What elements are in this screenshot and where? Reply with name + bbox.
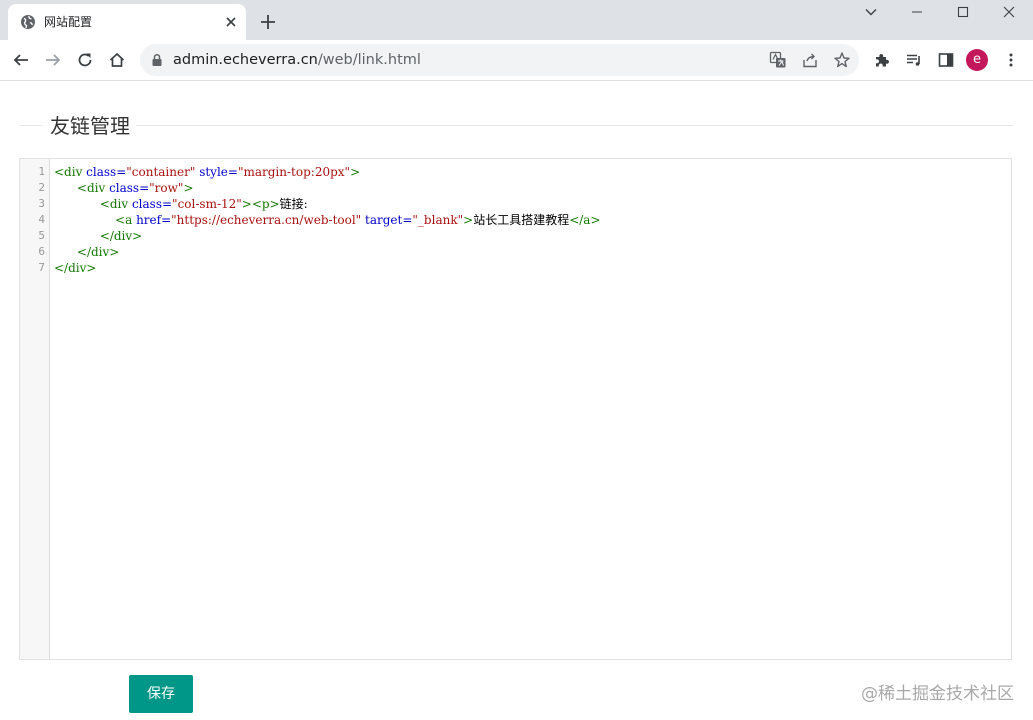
url-path: /web/link.html: [317, 52, 421, 68]
media-queue-icon[interactable]: [902, 48, 926, 72]
code-token-tag: >: [183, 181, 194, 195]
code-token-txt: 链接:: [279, 197, 308, 211]
code-editor[interactable]: 1234567 <div class="container" style="ma…: [19, 158, 1012, 660]
code-token-tag: </div>: [54, 261, 97, 275]
profile-avatar[interactable]: e: [966, 49, 988, 71]
line-number: 4: [38, 213, 45, 226]
code-token-tag: </div>: [99, 229, 143, 243]
translate-icon[interactable]: [768, 50, 788, 70]
tab-search-chevron-icon[interactable]: [848, 0, 894, 24]
code-line[interactable]: </div>: [54, 228, 601, 244]
code-area[interactable]: <div class="container" style="margin-top…: [54, 164, 601, 276]
fieldset-divider-right: [136, 125, 1013, 126]
url-domain: admin.echeverra.cn: [173, 52, 318, 68]
code-token-str: "margin-top:20px": [237, 165, 351, 179]
extensions-puzzle-icon[interactable]: [870, 48, 894, 72]
more-menu-icon[interactable]: [999, 48, 1023, 72]
reload-icon[interactable]: [73, 48, 97, 72]
code-token-attr: class=: [86, 165, 127, 179]
close-window-icon[interactable]: [986, 0, 1032, 24]
url-text[interactable]: admin.echeverra.cn/web/link.html: [173, 52, 421, 68]
code-line[interactable]: <div class="row">: [54, 180, 601, 196]
line-number: 3: [38, 197, 45, 210]
share-icon[interactable]: [800, 50, 820, 70]
code-token-str: "https://echeverra.cn/web-tool": [171, 213, 362, 227]
line-number-gutter: 1 2 3 4 5 6 7: [20, 159, 50, 659]
code-token-tag: </a>: [569, 213, 601, 227]
lock-icon[interactable]: [150, 53, 164, 67]
maximize-icon[interactable]: [940, 0, 986, 24]
line-number: 5: [38, 229, 45, 242]
new-tab-icon[interactable]: [258, 12, 278, 32]
globe-icon: [21, 15, 35, 29]
fieldset-divider-left: [20, 125, 42, 126]
code-line[interactable]: </div>: [54, 260, 601, 276]
back-arrow-icon[interactable]: [9, 48, 33, 72]
code-token-str: "container": [126, 165, 196, 179]
code-token-tag: <a: [115, 213, 137, 227]
line-number: 1: [38, 165, 45, 178]
minimize-icon[interactable]: [894, 0, 940, 24]
home-icon[interactable]: [105, 48, 129, 72]
code-token-str: "row": [149, 181, 184, 195]
code-line[interactable]: <div class="container" style="margin-top…: [54, 164, 601, 180]
browser-toolbar: admin.echeverra.cn/web/link.html e: [0, 40, 1033, 80]
save-button[interactable]: 保存: [129, 675, 193, 713]
code-token-attr: class=: [109, 181, 150, 195]
line-number: 7: [38, 261, 45, 274]
tab-strip: 网站配置: [0, 0, 1033, 40]
code-token-tag: <div: [54, 165, 87, 179]
code-token-attr: href=: [136, 213, 172, 227]
code-token-txt: 站长工具搭建教程: [473, 213, 570, 227]
forward-arrow-icon[interactable]: [41, 48, 65, 72]
address-bar[interactable]: admin.echeverra.cn/web/link.html: [140, 44, 859, 76]
page-content: 友链管理 1234567 <div class="container" styl…: [0, 81, 1033, 720]
code-token-tag: ><p>: [241, 197, 280, 211]
code-token-attr: class=: [131, 197, 173, 211]
code-token-tag: >: [350, 165, 361, 179]
side-panel-icon[interactable]: [934, 48, 958, 72]
code-token-attr: target=: [365, 213, 413, 227]
bookmark-star-icon[interactable]: [832, 50, 852, 70]
close-tab-icon[interactable]: [222, 13, 240, 31]
line-number: 6: [38, 245, 45, 258]
line-number: 2: [38, 181, 45, 194]
code-token-tag: </div>: [76, 245, 120, 259]
browser-tab[interactable]: 网站配置: [8, 4, 246, 40]
code-token-tag: <div: [99, 197, 132, 211]
code-token-str: "col-sm-12": [172, 197, 242, 211]
code-token-tag: >: [463, 213, 474, 227]
code-line[interactable]: </div>: [54, 244, 601, 260]
code-line[interactable]: <div class="col-sm-12"><p>链接:: [54, 196, 601, 212]
code-token-str: "_blank": [412, 213, 464, 227]
watermark: @稀土掘金技术社区: [861, 684, 1014, 704]
code-token-tag: <div: [76, 181, 110, 195]
code-token-attr: style=: [199, 165, 238, 179]
tab-title: 网站配置: [44, 15, 93, 29]
section-legend: 友链管理: [49, 114, 132, 138]
code-line[interactable]: <a href="https://echeverra.cn/web-tool" …: [54, 212, 601, 228]
